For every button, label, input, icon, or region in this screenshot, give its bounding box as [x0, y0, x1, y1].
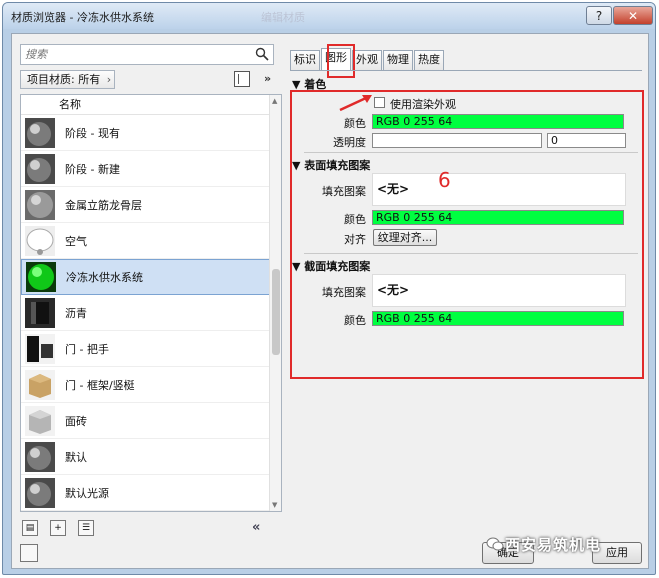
close-button[interactable]: ✕: [613, 6, 653, 25]
asset-browser-icon[interactable]: ☰: [78, 520, 94, 536]
material-list-panel: 项目材质: 所有 › » 名称 阶段 - 现有 阶段 - 新建: [20, 44, 282, 546]
close-icon: ✕: [627, 8, 639, 23]
filter-label: 项目材质: 所有: [27, 73, 101, 86]
list-item[interactable]: 阶段 - 新建: [21, 151, 281, 187]
question-icon: ?: [595, 8, 603, 23]
annotation-number: 6: [438, 168, 451, 192]
material-swatch-icon: [25, 405, 55, 436]
material-swatch-icon: [26, 262, 56, 292]
material-swatch-icon: [25, 189, 55, 220]
expand-chevron-icon[interactable]: »: [264, 72, 271, 85]
open-library-icon[interactable]: ▤: [22, 520, 38, 536]
search-box[interactable]: [20, 44, 274, 65]
list-item[interactable]: 默认光源: [21, 475, 281, 511]
filter-row: 项目材质: 所有 › »: [20, 69, 282, 91]
list-item-label: 阶段 - 新建: [65, 162, 120, 176]
list-item-label: 默认: [65, 450, 87, 464]
list-item-label: 默认光源: [65, 486, 109, 500]
library-toolbar: ▤ + ☰ «: [20, 518, 282, 540]
annotation-callout-box: [290, 90, 644, 379]
tab-appearance[interactable]: 外观: [352, 50, 382, 70]
scroll-down-icon[interactable]: ▼: [272, 501, 277, 509]
material-swatch-icon: [25, 477, 55, 508]
list-item[interactable]: 沥青: [21, 295, 281, 331]
help-button[interactable]: ?: [586, 6, 612, 25]
wechat-icon: [486, 537, 504, 551]
list-item-label: 阶段 - 现有: [65, 126, 120, 140]
search-input[interactable]: [25, 47, 245, 62]
list-header-name[interactable]: 名称: [21, 95, 281, 115]
list-item[interactable]: 门 - 把手: [21, 331, 281, 367]
list-item[interactable]: 面砖: [21, 403, 281, 439]
toggle-library-panel-icon[interactable]: [234, 71, 250, 87]
tab-thermal[interactable]: 热度: [414, 50, 444, 70]
list-item-label: 冷冻水供水系统: [66, 271, 143, 284]
material-list: 名称 阶段 - 现有 阶段 - 新建 金属立筋龙骨层 空气 冷冻水供水系统 沥青…: [20, 94, 282, 512]
tab-strip: 标识 图形 外观 物理 热度: [290, 48, 445, 70]
list-scrollbar[interactable]: ▲ ▼: [269, 95, 281, 511]
material-swatch-icon: [25, 225, 55, 256]
material-swatch-icon: [25, 153, 55, 184]
material-swatch-icon: [25, 369, 55, 400]
tab-physical[interactable]: 物理: [383, 50, 413, 70]
material-swatch-icon: [25, 441, 55, 472]
list-item-label: 空气: [65, 234, 87, 248]
scrollbar-thumb[interactable]: [272, 269, 280, 355]
background-window-title: 编辑材质: [261, 11, 305, 24]
chevron-right-icon: ›: [106, 73, 112, 86]
create-material-icon[interactable]: +: [50, 520, 66, 536]
search-icon[interactable]: [255, 47, 269, 61]
list-item[interactable]: 阶段 - 现有: [21, 115, 281, 151]
list-item-label: 面砖: [65, 414, 87, 428]
list-item-selected[interactable]: 冷冻水供水系统: [21, 259, 281, 295]
material-browser-settings-icon[interactable]: [20, 544, 38, 562]
list-item-label: 金属立筋龙骨层: [65, 198, 142, 212]
watermark-text: 西安易筑机电: [505, 536, 602, 554]
scroll-up-icon[interactable]: ▲: [272, 97, 277, 105]
list-item-label: 沥青: [65, 306, 87, 320]
project-materials-filter[interactable]: 项目材质: 所有 ›: [20, 70, 116, 89]
list-item-label: 门 - 框架/竖梃: [65, 378, 135, 392]
material-swatch-icon: [25, 297, 55, 328]
list-item[interactable]: 默认: [21, 439, 281, 475]
window-title: 材质浏览器 - 冷冻水供水系统: [11, 11, 154, 24]
material-swatch-icon: [25, 333, 55, 364]
list-item[interactable]: 门 - 框架/竖梃: [21, 367, 281, 403]
title-bar[interactable]: 材质浏览器 - 冷冻水供水系统 编辑材质 ? ✕: [3, 3, 655, 29]
annotation-arrow-icon: [339, 95, 372, 112]
list-item[interactable]: 空气: [21, 223, 281, 259]
list-item[interactable]: 金属立筋龙骨层: [21, 187, 281, 223]
collapse-chevron-icon[interactable]: «: [252, 520, 260, 535]
material-swatch-icon: [25, 117, 55, 148]
tab-identity[interactable]: 标识: [290, 50, 320, 70]
list-item-label: 门 - 把手: [65, 342, 109, 356]
